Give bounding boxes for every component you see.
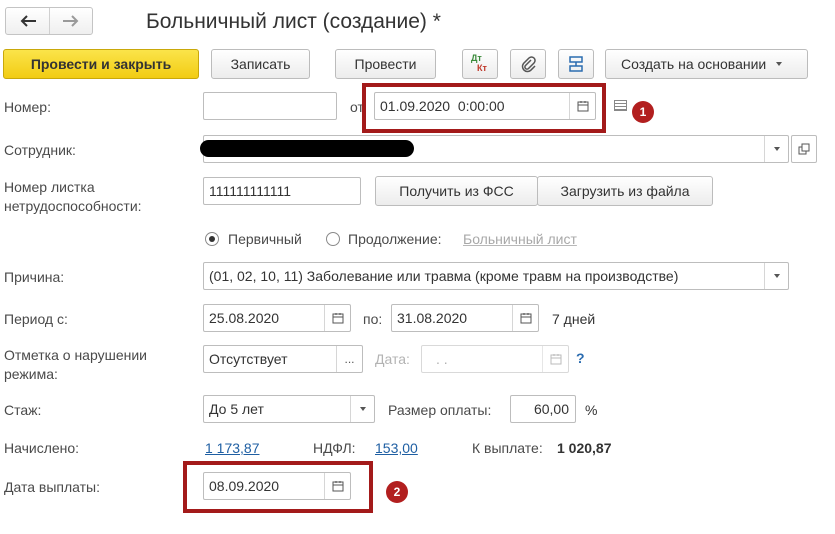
create-based-on-label: Создать на основании	[621, 56, 767, 72]
load-from-file-button[interactable]: Загрузить из файла	[537, 176, 713, 206]
attach-button[interactable]	[510, 49, 546, 79]
violation-field[interactable]: Отсутствует ...	[203, 345, 363, 373]
dt-label: Дт	[471, 53, 482, 63]
period-days: 7 дней	[552, 311, 596, 327]
number-label: Номер:	[4, 99, 51, 115]
radio-continuation[interactable]	[326, 232, 340, 246]
experience-dropdown-button[interactable]	[350, 396, 374, 422]
period-to-label: по:	[363, 311, 383, 327]
post-and-close-button[interactable]: Провести и закрыть	[3, 49, 199, 79]
reason-value: (01, 02, 10, 11) Заболевание или травма …	[209, 268, 679, 284]
annotation-badge-2: 2	[386, 481, 408, 503]
calendar-icon[interactable]	[512, 305, 538, 331]
open-employee-button[interactable]	[791, 135, 817, 163]
percent-sign: %	[585, 402, 598, 418]
to-pay-label: К выплате:	[472, 440, 543, 456]
employee-dropdown-button[interactable]	[764, 136, 788, 162]
pay-date-label: Дата выплаты:	[4, 479, 100, 495]
paperclip-icon	[521, 56, 536, 73]
chevron-down-icon	[773, 147, 780, 151]
structure-button[interactable]	[558, 49, 594, 79]
experience-field[interactable]: До 5 лет	[203, 395, 375, 423]
post-button[interactable]: Провести	[335, 49, 436, 79]
chevron-down-icon	[359, 407, 366, 411]
sheet-number-label-line1: Номер листка	[4, 179, 95, 195]
employee-label: Сотрудник:	[4, 142, 76, 158]
violation-select-button[interactable]: ...	[336, 346, 362, 372]
sheet-number-field[interactable]: 111111111111	[203, 177, 361, 205]
period-to-field[interactable]: 31.08.2020	[391, 304, 539, 332]
violation-label-line2: режима:	[4, 366, 58, 382]
nav-group	[5, 7, 93, 35]
experience-label: Стаж:	[4, 402, 42, 418]
chevron-down-icon	[776, 62, 783, 66]
period-label: Период с:	[4, 311, 68, 327]
payment-size-label: Размер оплаты:	[388, 402, 492, 418]
ndfl-link[interactable]: 153,00	[375, 440, 418, 456]
violation-date-label: Дата:	[375, 351, 410, 367]
annotation-badge-1: 1	[632, 101, 654, 123]
continuation-sheet-link[interactable]: Больничный лист	[463, 231, 577, 247]
period-from-field[interactable]: 25.08.2020	[203, 304, 351, 332]
redacted-employee-name	[200, 140, 414, 157]
calendar-icon	[542, 346, 568, 372]
help-icon[interactable]: ?	[576, 350, 585, 366]
create-based-on-button[interactable]: Создать на основании	[605, 49, 808, 79]
reason-dropdown-button[interactable]	[764, 263, 788, 289]
ndfl-label: НДФЛ:	[313, 440, 356, 456]
number-field[interactable]	[203, 92, 337, 120]
open-icon	[798, 143, 810, 155]
to-pay-value: 1 020,87	[557, 440, 612, 456]
structure-icon	[569, 56, 583, 72]
get-from-fss-button[interactable]: Получить из ФСС	[375, 176, 538, 206]
reason-field[interactable]: (01, 02, 10, 11) Заболевание или травма …	[203, 262, 789, 290]
reason-label: Причина:	[4, 269, 65, 285]
radio-primary[interactable]	[205, 232, 219, 246]
annotation-frame-2	[183, 461, 373, 513]
radio-continuation-label: Продолжение:	[348, 231, 442, 247]
calendar-icon[interactable]	[324, 305, 350, 331]
save-button[interactable]: Записать	[211, 49, 310, 79]
payment-size-field[interactable]: 60,00	[510, 395, 576, 423]
comment-icon[interactable]	[614, 100, 627, 111]
annotation-frame-1	[362, 83, 606, 133]
back-arrow-icon[interactable]	[6, 8, 50, 34]
dt-kt-button[interactable]: Дт Кт	[462, 49, 498, 79]
sheet-number-label-line2: нетрудоспособности:	[4, 198, 142, 214]
chevron-down-icon	[773, 274, 780, 278]
forward-arrow-icon[interactable]	[50, 8, 92, 34]
dt-kt-icon: Дт Кт	[469, 53, 491, 75]
violation-label-line1: Отметка о нарушении	[4, 347, 147, 363]
accrued-label: Начислено:	[4, 440, 80, 456]
window-title: Больничный лист (создание) *	[146, 10, 441, 33]
violation-date-field[interactable]: . .	[421, 345, 569, 373]
accrued-link[interactable]: 1 173,87	[205, 440, 260, 456]
radio-primary-label: Первичный	[228, 231, 302, 247]
kt-label: Кт	[477, 63, 487, 73]
